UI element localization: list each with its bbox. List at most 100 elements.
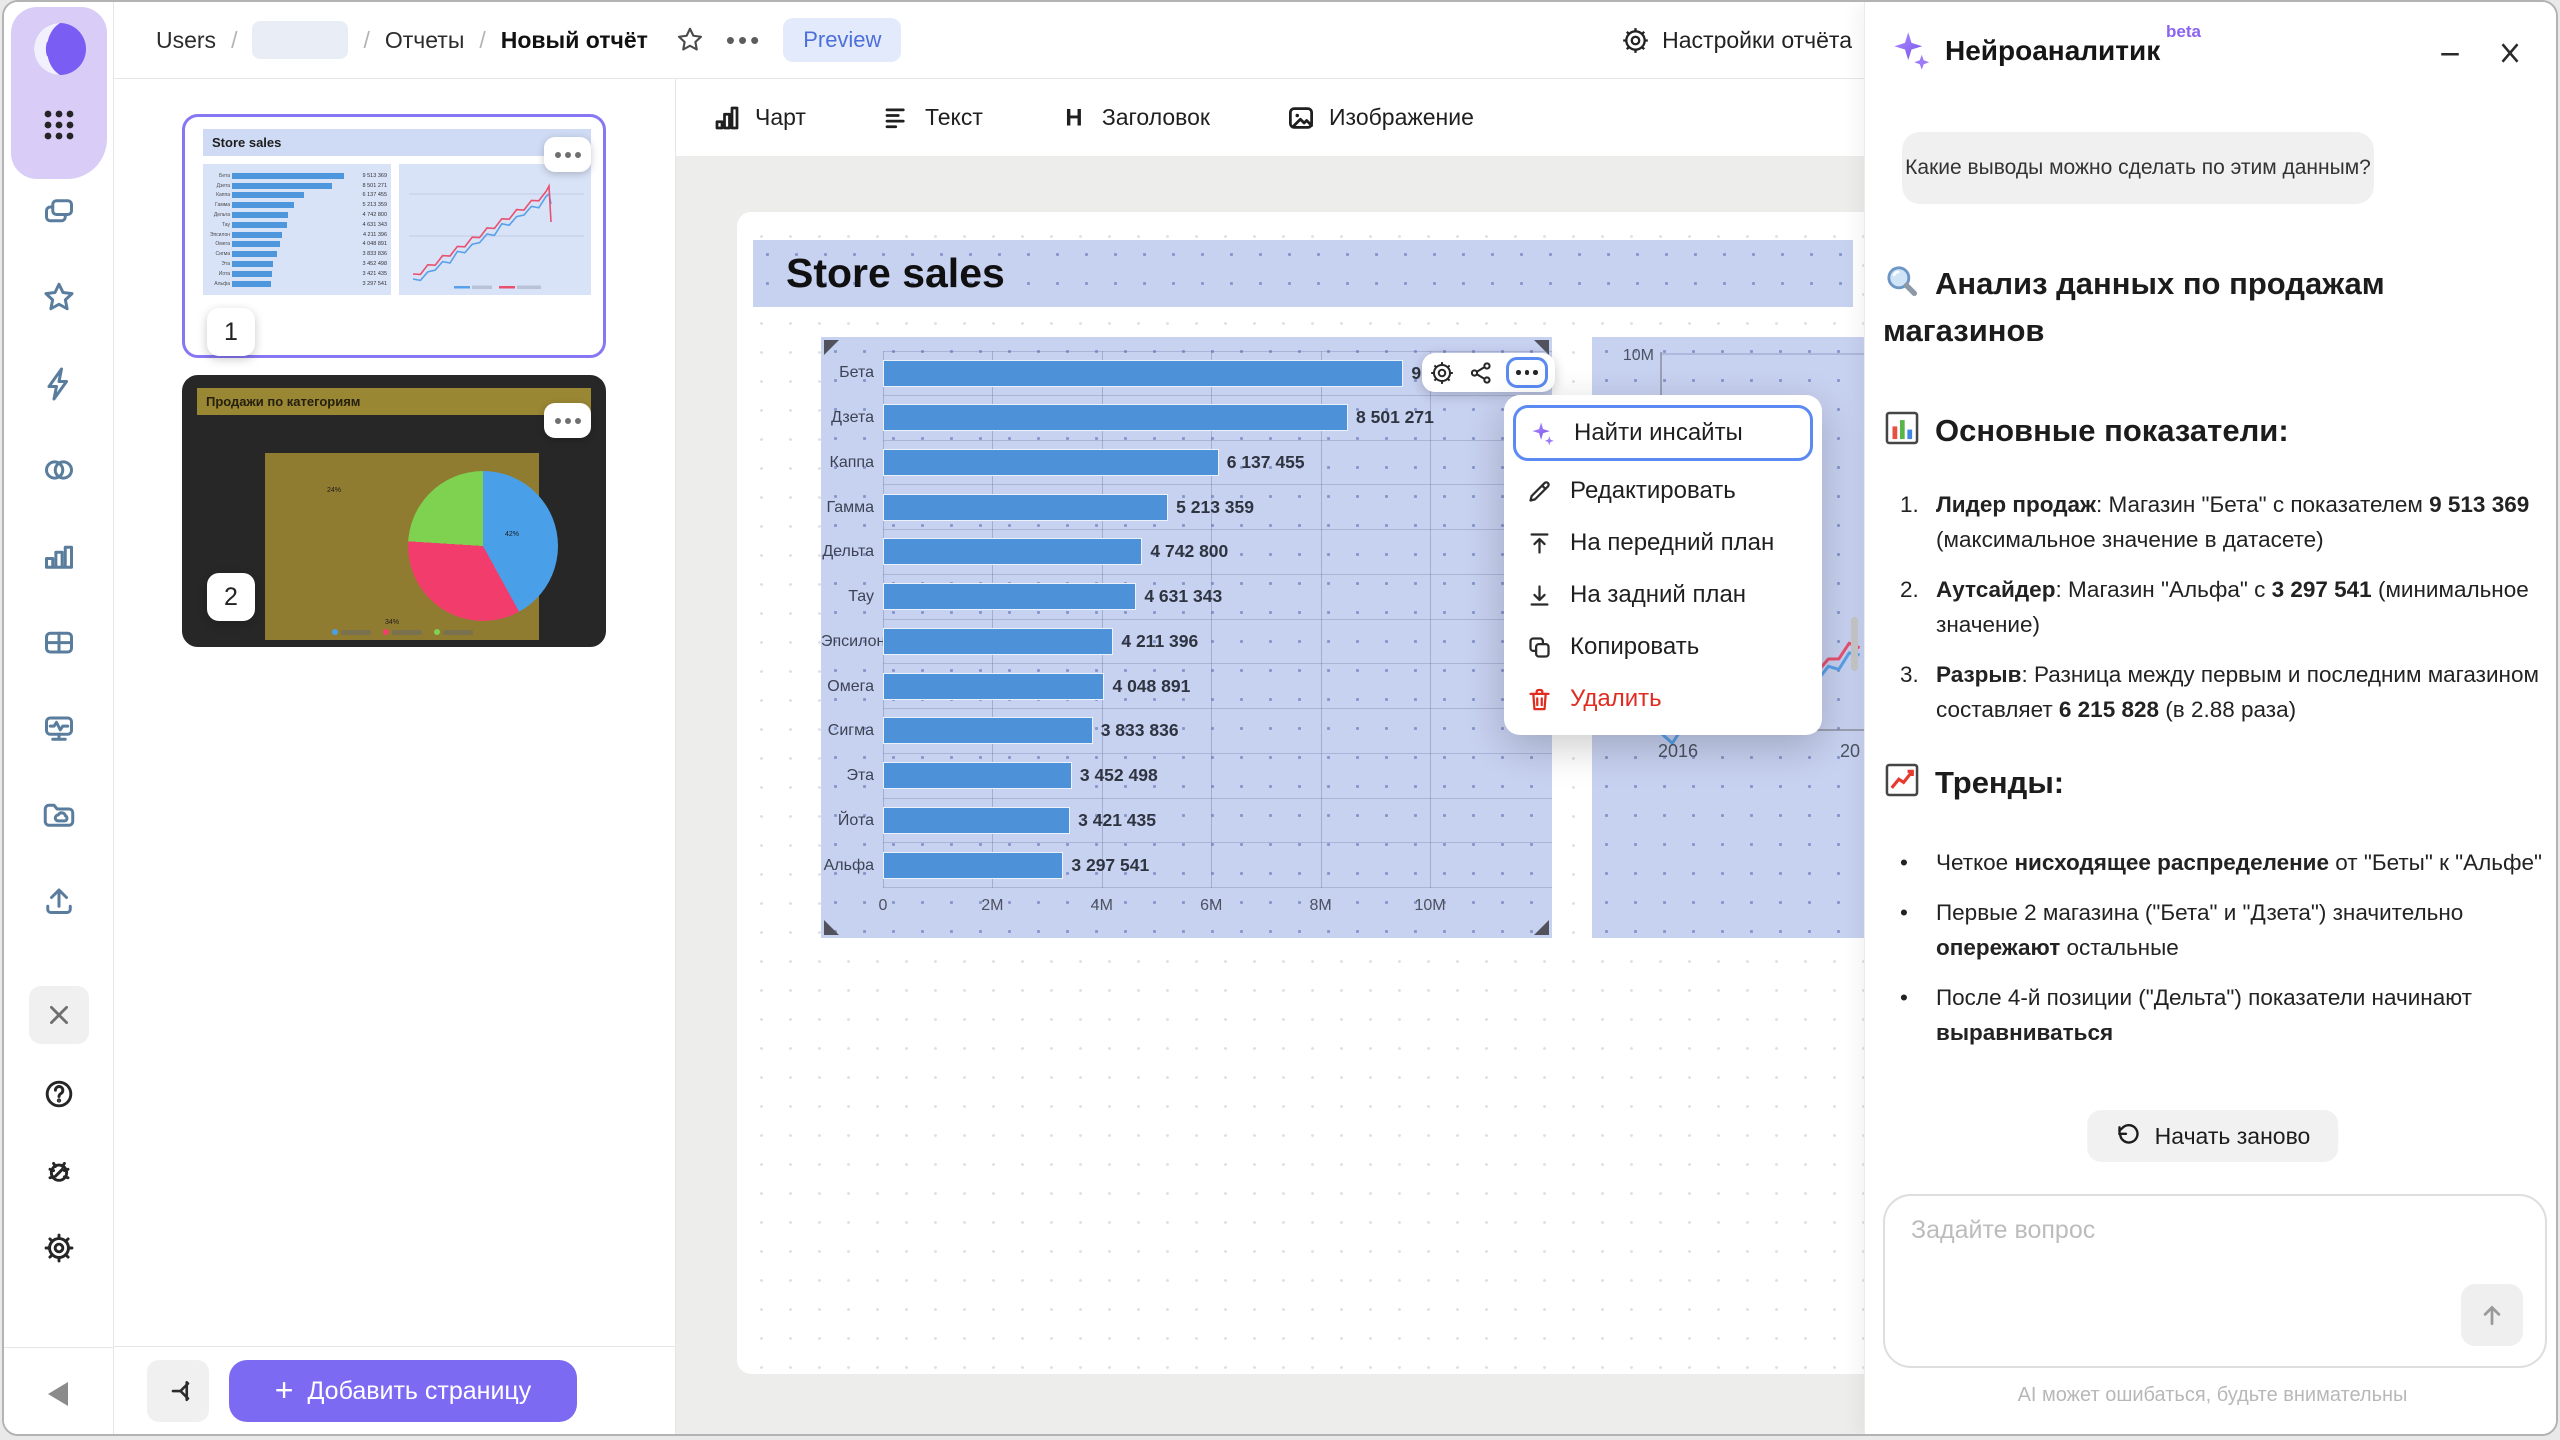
bar[interactable] (883, 449, 1219, 476)
value-label: 4 048 891 (1112, 676, 1190, 697)
page-number-badge[interactable]: 2 (207, 573, 255, 621)
menu-item-sparkle[interactable]: Найти инсайты (1513, 405, 1813, 461)
folder-cloud-icon[interactable] (39, 794, 79, 834)
category-label: Омега (821, 678, 883, 696)
menu-item-copy[interactable]: Копировать (1504, 621, 1822, 673)
widget-settings-icon[interactable] (1429, 360, 1455, 386)
table-icon[interactable] (39, 622, 79, 662)
bar[interactable] (883, 717, 1093, 744)
page-menu-button[interactable] (544, 137, 591, 172)
help-circle-icon[interactable] (41, 1074, 77, 1114)
value-label: 3 421 435 (1078, 810, 1156, 831)
bar[interactable] (883, 628, 1113, 655)
page-thumbnail-2[interactable]: Продажи по категориям 24% 42% 34% 2 (182, 375, 606, 647)
x-tick-2016: 2016 (1658, 741, 1698, 761)
collapse-pages-button[interactable] (147, 1360, 209, 1422)
insert-heading-button[interactable]: HЗаголовок (1059, 103, 1210, 133)
bar-row[interactable]: Гамма5 213 359 (821, 485, 1552, 530)
bar[interactable] (883, 404, 1348, 431)
bar-row[interactable]: Альфа3 297 541 (821, 843, 1552, 888)
add-page-button[interactable]: + Добавить страницу (229, 1360, 577, 1422)
widget-share-icon[interactable] (1468, 360, 1494, 386)
close-icon[interactable] (2495, 38, 2525, 68)
pie (408, 471, 558, 621)
breadcrumb-users[interactable]: Users (156, 27, 216, 54)
widget-more-button[interactable] (1506, 357, 1548, 388)
page-thumbnail-1[interactable]: Store sales Бета9 513 369Дзета8 501 271К… (182, 114, 606, 358)
question-input[interactable] (1909, 1214, 2449, 1344)
bar-row[interactable]: Омега 4 048 891 (821, 664, 1552, 709)
restart-button[interactable]: Начать заново (2087, 1110, 2339, 1162)
bar[interactable] (883, 360, 1403, 387)
category-label: Альфа (821, 857, 883, 875)
canvas-scrollbar[interactable] (1851, 617, 1858, 671)
category-label: Дзета (821, 409, 883, 427)
report-settings-button[interactable]: Настройки отчёта (1621, 26, 1864, 55)
trend-up-emoji (1883, 761, 1921, 799)
bar[interactable] (883, 494, 1168, 521)
pages-panel: Store sales Бета9 513 369Дзета8 501 271К… (114, 79, 676, 1436)
report-canvas: Чарт Текст HЗаголовок Изображение Store sal… (676, 79, 1864, 1436)
page-number-badge[interactable]: 1 (207, 308, 255, 356)
bar-row[interactable]: Тау4 631 343 (821, 575, 1552, 620)
breadcrumb-reports[interactable]: Отчеты (385, 27, 465, 54)
menu-item-send-back[interactable]: На задний план (1504, 569, 1822, 621)
overlap-circles-icon[interactable] (39, 450, 79, 490)
bar[interactable] (883, 762, 1072, 789)
insert-text-button[interactable]: Текст (882, 103, 983, 133)
bar-row[interactable]: Каппа6 137 455 (821, 441, 1552, 486)
minimize-icon[interactable] (2435, 38, 2465, 68)
bar-chart-icon[interactable] (39, 536, 79, 576)
bar-chart-emoji (1883, 409, 1921, 447)
datalens-logo[interactable] (33, 22, 87, 76)
more-actions-icon[interactable]: ••• (726, 25, 762, 56)
bar-chart-widget[interactable]: 02M4M6M8M10M Бета9 513 369Дзета8 501 271… (821, 337, 1552, 938)
x-tick-2020: 20 (1840, 741, 1860, 761)
bug-icon[interactable] (41, 1151, 77, 1191)
stacked-folders-icon[interactable] (39, 192, 79, 232)
bar[interactable] (883, 583, 1136, 610)
breadcrumb-redacted[interactable] (252, 21, 348, 59)
pie-label: 24% (327, 487, 341, 494)
bar-row[interactable]: Дельта4 742 800 (821, 530, 1552, 575)
resize-handle[interactable] (824, 920, 839, 935)
bar-row[interactable]: Йота3 421 435 (821, 799, 1552, 844)
bar-row[interactable]: Эта3 452 498 (821, 754, 1552, 799)
bar[interactable] (883, 673, 1104, 700)
gear-icon[interactable] (41, 1228, 77, 1268)
metric-item: 1.Лидер продаж: Магазин "Бета" с показат… (1900, 487, 2548, 557)
bar-row[interactable]: Сигма3 833 836 (821, 709, 1552, 754)
monitor-pulse-icon[interactable] (39, 708, 79, 748)
resize-handle[interactable] (1534, 920, 1549, 935)
metrics-heading: Основные показатели: (1883, 407, 2543, 454)
menu-item-bring-front[interactable]: На передний план (1504, 517, 1822, 569)
value-label: 6 137 455 (1227, 452, 1305, 473)
close-panel-icon[interactable] (29, 986, 89, 1044)
value-label: 4 631 343 (1144, 586, 1222, 607)
lightning-icon[interactable] (39, 364, 79, 404)
upload-icon[interactable] (39, 880, 79, 920)
star-icon[interactable] (39, 278, 79, 318)
send-button[interactable] (2461, 1284, 2523, 1346)
y-tick-10m: 10M (1623, 347, 1654, 364)
insert-image-button[interactable]: Изображение (1286, 103, 1474, 133)
legend-item (383, 629, 422, 635)
bar-chart-rows: Бета9 513 369Дзета8 501 271Каппа6 137 45… (821, 351, 1552, 888)
apps-grid-icon[interactable] (40, 106, 78, 144)
bar[interactable] (883, 807, 1070, 834)
x-axis-tick: 6M (1200, 897, 1222, 915)
collapse-rail-icon[interactable] (48, 1382, 68, 1406)
page-menu-button[interactable] (544, 403, 591, 438)
title-widget[interactable]: Store sales (753, 240, 1853, 307)
bar[interactable] (883, 538, 1142, 565)
bar[interactable] (883, 852, 1063, 879)
menu-item-trash[interactable]: Удалить (1504, 673, 1822, 725)
bar-row[interactable]: Эпсилон4 211 396 (821, 620, 1552, 665)
insert-chart-button[interactable]: Чарт (712, 103, 806, 133)
value-label: 8 501 271 (1356, 407, 1434, 428)
favorite-star-icon[interactable] (675, 25, 705, 55)
metric-item: 3.Разрыв: Разница между первым и последн… (1900, 657, 2548, 727)
menu-item-pencil[interactable]: Редактировать (1504, 465, 1822, 517)
preview-button[interactable]: Preview (783, 18, 901, 62)
bar-row[interactable]: Дзета 8 501 271 (821, 396, 1552, 441)
